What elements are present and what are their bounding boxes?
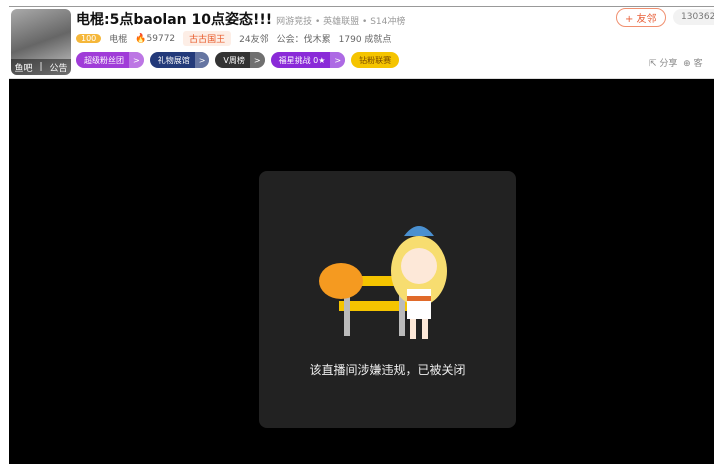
feature-pill[interactable]: 福星挑战 0★ > [270,52,346,68]
client-button[interactable]: ⊕ 客 [683,59,702,69]
feature-pill[interactable]: 超级粉丝团 > [76,52,144,68]
closed-notice-card: 该直播间涉嫌违规，已被关闭 [259,171,516,428]
chevron-right-icon: > [129,52,144,68]
achievement-points: 1790 成就点 [338,35,392,45]
feature-pill[interactable]: 钻粉联赛 [351,52,400,68]
noble-badge: 古古国王 [183,31,232,46]
fans-count: 1303625 [673,9,714,25]
room-closed-message: 该直播间涉嫌违规，已被关闭 [309,363,466,377]
hot-count: 🔥59772 [135,33,176,44]
guild-link[interactable]: 公会：伐木累 [277,32,331,45]
share-button[interactable]: ⇱ 分享 [649,59,677,69]
chevron-right-icon: > [330,52,346,68]
room-header: 鱼吧 | 公告 电棍:5点baolan 10点姿态!!! 网游竞技 • 英雄联盟 • … [9,7,714,79]
video-player: 该直播间涉嫌违规，已被关闭 [9,79,714,464]
streamer-avatar[interactable]: 鱼吧 | 公告 [11,9,71,75]
room-title: 电棍:5点baolan 10点姿态!!! 网游竞技 • 英雄联盟 • S14冲榜 [76,12,406,28]
friends-count: 24友邻 [239,35,269,45]
page-frame: 鱼吧 | 公告 电棍:5点baolan 10点姿态!!! 网游竞技 • 英雄联盟 • … [9,6,714,464]
fire-icon: 🔥 [135,33,147,44]
barrier-mascot-illustration [319,226,447,339]
streamer-name: 电棍 [109,35,128,45]
feature-pill[interactable]: V周榜 > [215,52,265,68]
level-badge: 100 [76,34,102,43]
chevron-right-icon: > [249,52,265,68]
notice-link[interactable]: 公告 [49,61,67,74]
follow-button[interactable]: + 友邻 [616,8,666,27]
chevron-right-icon: > [194,52,210,68]
category-breadcrumb[interactable]: 网游竞技 • 英雄联盟 • S14冲榜 [276,17,405,27]
feature-pill[interactable]: 礼物展馆 > [149,52,210,68]
fishbar-link[interactable]: 鱼吧 [14,61,32,74]
